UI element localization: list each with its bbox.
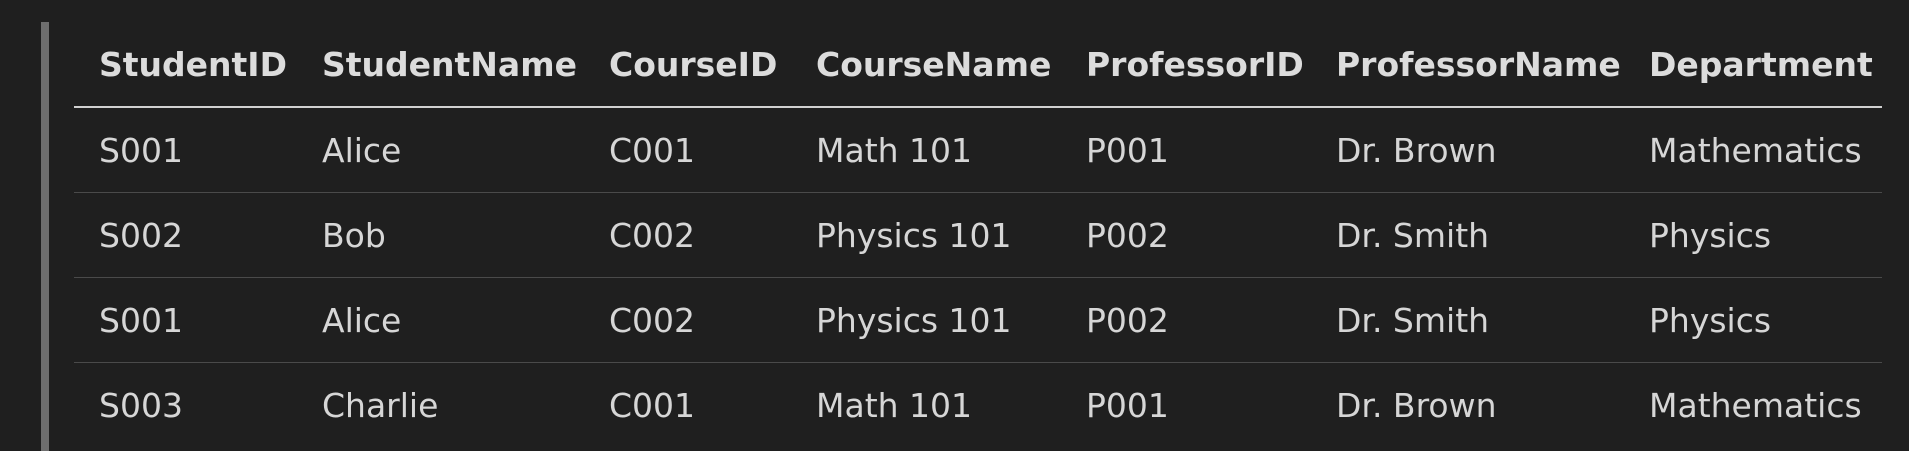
table-cell: Dr. Brown bbox=[1336, 385, 1497, 425]
column-header-department: Department bbox=[1624, 22, 1882, 108]
table-header: StudentID StudentName CourseID CourseNam… bbox=[74, 22, 1882, 108]
table-cell: P002 bbox=[1061, 277, 1311, 363]
column-header-studentname: StudentName bbox=[297, 22, 584, 108]
table-cell: C001 bbox=[609, 385, 696, 425]
table-cell: Alice bbox=[297, 107, 584, 193]
table-row: S001 Alice C001 Math 101 P001 Dr. Brown … bbox=[74, 107, 1882, 193]
column-header-studentid: StudentID bbox=[74, 22, 297, 108]
table-cell: Mathematics bbox=[1649, 385, 1862, 425]
column-header-coursename: CourseName bbox=[791, 22, 1061, 108]
table-cell: Math 101 bbox=[791, 107, 1061, 193]
column-header-professorname: ProfessorName bbox=[1311, 22, 1624, 108]
table-cell: P001 bbox=[1061, 107, 1311, 193]
table-cell: Physics bbox=[1624, 192, 1882, 278]
column-header-professorid: ProfessorID bbox=[1061, 22, 1311, 108]
table-cell: Physics bbox=[1624, 277, 1882, 363]
table-cell: C002 bbox=[584, 192, 791, 278]
table-row: S001 Alice C002 Physics 101 P002 Dr. Smi… bbox=[74, 277, 1882, 363]
blockquote-bar bbox=[41, 22, 49, 451]
table-cell: S001 bbox=[74, 277, 297, 363]
table-cell: Charlie bbox=[322, 385, 439, 425]
table-header-row: StudentID StudentName CourseID CourseNam… bbox=[74, 22, 1882, 108]
table-row: S003 Charlie C001 Math 101 P001 Dr. Brow… bbox=[74, 363, 1882, 448]
table-cell: P001 bbox=[1086, 385, 1169, 425]
table-cell: Dr. Brown bbox=[1311, 107, 1624, 193]
table-cell: Dr. Smith bbox=[1311, 277, 1624, 363]
table-cell: Physics 101 bbox=[791, 277, 1061, 363]
table-cell: P002 bbox=[1061, 192, 1311, 278]
table-row: S002 Bob C002 Physics 101 P002 Dr. Smith… bbox=[74, 192, 1882, 278]
table-cell: Physics 101 bbox=[791, 192, 1061, 278]
table-cell: Mathematics bbox=[1624, 107, 1882, 193]
table-cell: S002 bbox=[74, 192, 297, 278]
table-cell: C002 bbox=[584, 277, 791, 363]
table-cell: S003 bbox=[99, 385, 183, 425]
table-cell: Dr. Smith bbox=[1311, 192, 1624, 278]
table-cell: Alice bbox=[297, 277, 584, 363]
document-view: StudentID StudentName CourseID CourseNam… bbox=[0, 0, 1909, 451]
table-cell: C001 bbox=[584, 107, 791, 193]
table-body: S001 Alice C001 Math 101 P001 Dr. Brown … bbox=[74, 107, 1882, 447]
table-cell: S001 bbox=[74, 107, 297, 193]
table-cell: Math 101 bbox=[816, 385, 973, 425]
data-table: StudentID StudentName CourseID CourseNam… bbox=[74, 22, 1882, 447]
table-cell: Bob bbox=[297, 192, 584, 278]
column-header-courseid: CourseID bbox=[584, 22, 791, 108]
